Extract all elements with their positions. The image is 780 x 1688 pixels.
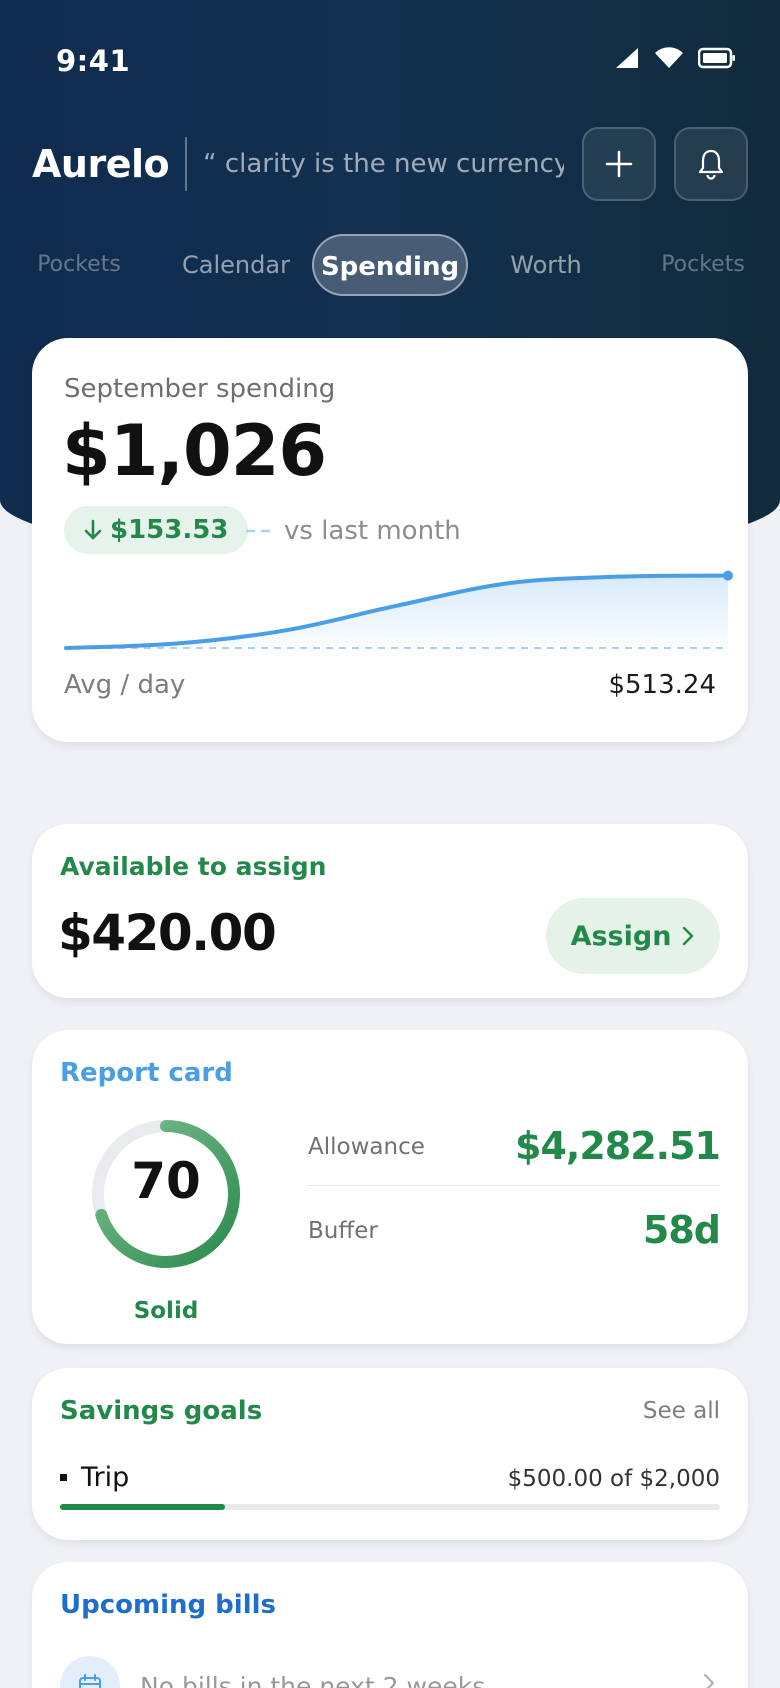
report-card-label: Report card: [60, 1058, 233, 1088]
tab-worth[interactable]: Worth: [502, 234, 590, 296]
upcoming-bills-card[interactable]: Upcoming bills No bills in the next 2 we…: [32, 1562, 748, 1688]
metric-buffer-value: 58d: [642, 1208, 721, 1252]
tab-pockets-left[interactable]: Pockets: [34, 234, 124, 296]
chevron-right-icon: [703, 1673, 715, 1688]
spending-delta-badge: $153.53: [64, 506, 249, 554]
savings-goals-label: Savings goals: [60, 1396, 263, 1426]
notifications-button[interactable]: [674, 127, 748, 201]
tagline: “ clarity is the new currency.: [203, 149, 564, 179]
spending-label: September spending: [64, 374, 336, 404]
spending-area: [66, 575, 728, 648]
available-to-assign-card: Available to assign $420.00 Assign: [32, 824, 748, 998]
status-time: 9:41: [56, 44, 131, 78]
arrow-down-icon: [84, 519, 102, 540]
score-value: 70: [131, 1152, 201, 1210]
spending-card[interactable]: September spending $1,026 $153.53 vs las…: [32, 338, 748, 742]
tab-spending[interactable]: Spending: [312, 234, 468, 296]
report-card[interactable]: Report card 70 Solid Allowance $4,282.51…: [32, 1030, 748, 1344]
plus-icon: [605, 150, 633, 178]
vs-last-month: vs last month: [246, 516, 461, 546]
goal-item[interactable]: Trip $500.00 of $2,000: [60, 1462, 720, 1502]
savings-goals-card: Savings goals See all Trip $500.00 of $2…: [32, 1368, 748, 1540]
vs-last-month-text: vs last month: [284, 516, 461, 546]
assign-button[interactable]: Assign: [546, 898, 720, 974]
goal-progress-text: $500.00 of $2,000: [507, 1466, 720, 1492]
goal-progress-bar: [60, 1504, 720, 1510]
header-divider: [185, 137, 188, 191]
score-label: Solid: [133, 1298, 199, 1324]
status-icons: [614, 46, 736, 70]
app-header: Aurelo “ clarity is the new currency.: [32, 126, 748, 202]
assign-button-label: Assign: [570, 920, 672, 952]
spending-end-point: [723, 570, 733, 581]
see-all-link[interactable]: See all: [643, 1398, 720, 1424]
metric-buffer: Buffer 58d: [308, 1190, 721, 1270]
wifi-icon: [655, 47, 683, 68]
metric-allowance-value: $4,282.51: [515, 1124, 721, 1168]
available-to-assign-amount: $420.00: [58, 904, 277, 962]
calendar-icon: [60, 1656, 120, 1688]
cellular-signal-icon: [616, 48, 638, 68]
tab-calendar[interactable]: Calendar: [176, 234, 296, 296]
bell-icon: [698, 149, 724, 180]
avg-per-day-value: $513.24: [608, 670, 716, 700]
upcoming-bills-label: Upcoming bills: [60, 1590, 276, 1620]
battery-icon: [698, 47, 735, 69]
tab-bar: Pockets Calendar Spending Worth Pockets: [0, 234, 780, 298]
goal-name-text: Trip: [81, 1462, 130, 1493]
bills-empty-text: No bills in the next 2 weeks: [140, 1672, 486, 1688]
avg-per-day-label: Avg / day: [64, 670, 186, 700]
status-bar: 9:41: [0, 0, 780, 120]
metric-allowance: Allowance $4,282.51: [308, 1106, 721, 1186]
metric-allowance-name: Allowance: [308, 1134, 425, 1160]
available-to-assign-label: Available to assign: [60, 852, 327, 881]
goal-progress-fill: [60, 1504, 225, 1510]
goal-name: Trip: [60, 1462, 129, 1493]
brand-logo-text: Aurelo: [32, 142, 170, 186]
tab-pockets-right[interactable]: Pockets: [656, 234, 750, 296]
dashed-legend-icon: [246, 529, 270, 533]
spending-delta-value: $153.53: [110, 515, 229, 545]
spending-amount: $1,026: [62, 410, 327, 492]
metric-buffer-name: Buffer: [308, 1218, 378, 1244]
add-button[interactable]: [582, 127, 656, 201]
chevron-right-icon: [683, 926, 694, 946]
goal-bullet: [60, 1474, 67, 1481]
spending-trend-chart: [64, 570, 733, 650]
